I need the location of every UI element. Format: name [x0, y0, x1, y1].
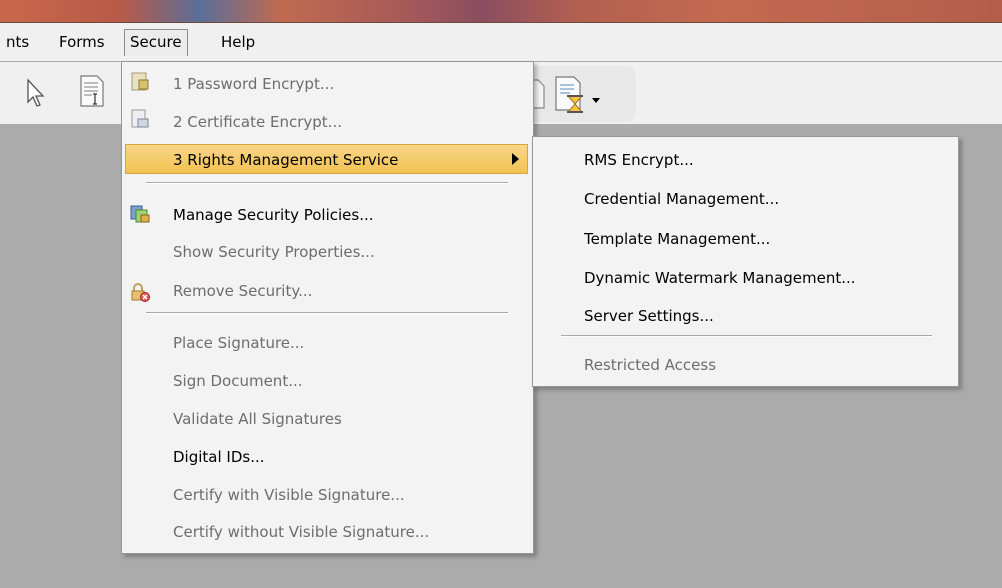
password-doc-icon [130, 72, 150, 92]
select-text-icon[interactable] [78, 74, 106, 112]
rights-management-service-item[interactable]: 3 Rights Management Service [125, 144, 528, 174]
window-title-bar [0, 0, 1002, 23]
certificate-doc-icon [130, 109, 150, 129]
menu-bar: nts Forms Secure Help [0, 23, 1002, 61]
certify-without-visible-signature-item[interactable]: Certify without Visible Signature... [173, 517, 429, 547]
timestamp-document-icon[interactable] [552, 74, 590, 118]
restricted-access-item[interactable]: Restricted Access [584, 350, 716, 380]
rms-encrypt-item[interactable]: RMS Encrypt... [584, 145, 694, 175]
menu-separator [561, 335, 932, 337]
sign-document-item[interactable]: Sign Document... [173, 366, 303, 396]
menu-help[interactable]: Help [215, 30, 261, 54]
menu-comments[interactable]: nts [0, 30, 35, 54]
security-policies-icon [130, 204, 150, 224]
certify-with-visible-signature-item[interactable]: Certify with Visible Signature... [173, 480, 405, 510]
show-security-properties-item[interactable]: Show Security Properties... [173, 237, 375, 267]
credential-management-item[interactable]: Credential Management... [584, 184, 779, 214]
menu-forms[interactable]: Forms [53, 30, 111, 54]
server-settings-item[interactable]: Server Settings... [584, 301, 714, 331]
digital-ids-item[interactable]: Digital IDs... [173, 442, 265, 472]
select-cursor-icon[interactable] [24, 78, 46, 112]
manage-security-policies-item[interactable]: Manage Security Policies... [173, 200, 374, 230]
submenu-arrow-icon [512, 153, 519, 165]
dynamic-watermark-management-item[interactable]: Dynamic Watermark Management... [584, 263, 856, 293]
toolbar-group [532, 66, 636, 122]
certificate-encrypt-item[interactable]: 2 Certificate Encrypt... [173, 107, 342, 137]
template-management-item[interactable]: Template Management... [584, 224, 770, 254]
rms-submenu: RMS Encrypt... Credential Management... … [532, 136, 959, 387]
document-icon[interactable] [532, 76, 548, 114]
remove-security-icon [130, 282, 150, 302]
remove-security-item[interactable]: Remove Security... [173, 276, 312, 306]
password-encrypt-item[interactable]: 1 Password Encrypt... [173, 69, 334, 99]
menu-separator [146, 312, 508, 314]
menu-separator [146, 182, 508, 184]
menu-secure[interactable]: Secure [124, 29, 188, 56]
secure-menu: 1 Password Encrypt... 2 Certificate Encr… [121, 61, 534, 554]
dropdown-arrow-icon[interactable] [592, 90, 600, 108]
validate-all-signatures-item[interactable]: Validate All Signatures [173, 404, 342, 434]
place-signature-item[interactable]: Place Signature... [173, 328, 304, 358]
